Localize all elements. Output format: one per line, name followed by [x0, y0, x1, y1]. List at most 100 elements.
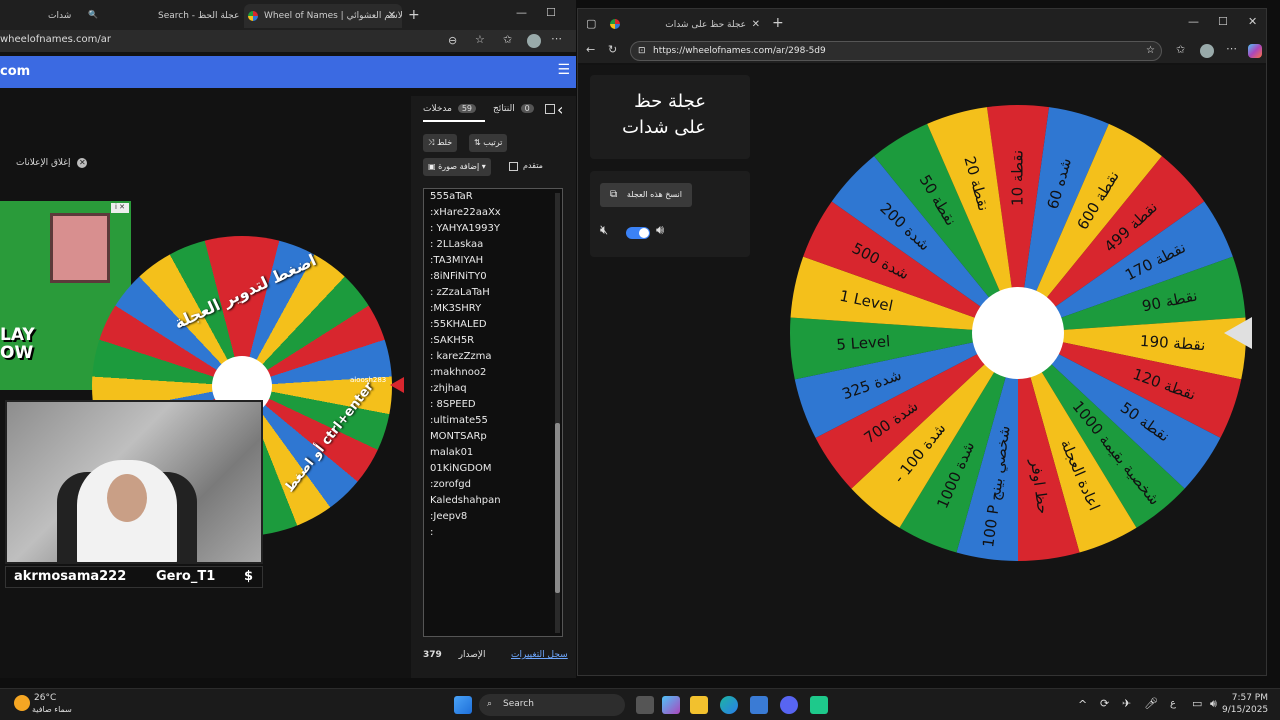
donor-name: akrmosama222	[14, 569, 127, 584]
display-icon[interactable]: ▭	[1192, 697, 1202, 710]
wheel-controls-card: ⧉ انسخ هذه العجلة 🔇︎ 🔊︎	[590, 171, 750, 257]
search-icon: ⌕	[487, 699, 493, 709]
left-tab-bar: شدات 🔍 Search - عجلة الحظ Wheel of Names…	[0, 0, 576, 30]
taskbar: 26°C سماء صافية ⌕ Search ^ ⟳ ✈ 🎤︎ ع ▭ 🔊︎…	[0, 688, 1280, 720]
shuffle-label: خلط	[436, 138, 453, 147]
tab-actions-icon[interactable]: ▢	[586, 17, 596, 30]
reader-icon[interactable]: ⊖	[448, 34, 457, 47]
list-item: : YAHYA1993Y	[430, 223, 500, 234]
weather-icon[interactable]	[14, 695, 30, 711]
entries-count-badge: 59	[457, 104, 477, 113]
copilot-icon[interactable]	[1248, 44, 1262, 58]
new-tab-icon[interactable]: +	[408, 7, 420, 23]
changelog-link[interactable]: سجل التغييرات	[511, 650, 568, 660]
avatar[interactable]	[1200, 44, 1214, 58]
wheel-favicon-icon	[248, 11, 258, 21]
edge-icon[interactable]	[720, 696, 738, 714]
wheel-title: عجلة حظ على شدات	[622, 91, 706, 138]
file-explorer-icon[interactable]	[690, 696, 708, 714]
sync-icon[interactable]: ⟳	[1100, 697, 1109, 710]
entries-textarea[interactable]: 555aTaR:xHare22aaXx: YAHYA1993Y: 2LLaska…	[423, 188, 563, 637]
active-tab-indicator	[423, 120, 485, 122]
more-icon[interactable]: ⋯	[1226, 42, 1237, 55]
avatar[interactable]	[527, 34, 541, 48]
language-indicator[interactable]: ع	[1170, 698, 1176, 709]
shuffle-button[interactable]: ⤨ خلط	[423, 134, 458, 152]
hamburger-menu-icon[interactable]: ☰	[557, 62, 570, 78]
tab-entries[interactable]: مدخلات 59	[423, 104, 477, 114]
webcam-overlay	[5, 400, 263, 564]
close-icon[interactable]: ✕	[752, 13, 760, 37]
url-text: https://wheelofnames.com/ar/298-5d9	[653, 46, 826, 56]
sound-toggle[interactable]	[626, 227, 650, 239]
search-icon: 🔍	[88, 10, 98, 19]
wheel-hub[interactable]	[972, 287, 1064, 379]
maximize-icon[interactable]: ☐	[546, 6, 556, 19]
list-item: :	[430, 527, 434, 538]
tab-label: شدات	[48, 11, 72, 21]
ad-info-icon[interactable]: i ✕	[111, 203, 129, 213]
chevron-left-icon[interactable]: ‹	[557, 100, 563, 119]
tab-wheel[interactable]: عجلة حظ على شدات ✕	[604, 13, 766, 37]
star-icon[interactable]: ☆	[475, 33, 485, 46]
chevron-up-icon[interactable]: ^	[1078, 698, 1087, 711]
store-icon[interactable]	[750, 696, 768, 714]
start-icon[interactable]	[454, 696, 472, 714]
task-view-icon[interactable]	[636, 696, 654, 714]
close-window-icon[interactable]: ✕	[1248, 15, 1257, 28]
new-tab-icon[interactable]: +	[772, 15, 784, 31]
clock-date[interactable]: 9/15/2025	[1222, 705, 1268, 715]
search-label: Search	[503, 699, 534, 709]
star-icon[interactable]: ☆	[1146, 42, 1155, 60]
favorites-icon[interactable]: ✩	[1176, 43, 1185, 56]
close-ads-link[interactable]: إغلاق الإعلانات ✕	[16, 158, 88, 168]
list-item: :TA3MIYAH	[430, 255, 484, 266]
address-field[interactable]: wheelofnames.com/ar	[0, 34, 111, 45]
tab-label: Wheel of Names | الاسم العشوائي	[264, 11, 402, 21]
advanced-checkbox[interactable]	[509, 162, 518, 171]
tab-wheel-of-names[interactable]: Wheel of Names | الاسم العشوائي ✕	[244, 4, 402, 28]
tab-entries-label: مدخلات	[423, 104, 452, 114]
network-off-icon[interactable]: ✈	[1122, 697, 1131, 710]
close-icon[interactable]: ✕	[388, 4, 396, 28]
list-item: :ultimate55	[430, 415, 488, 426]
tab-results[interactable]: النتائج 0	[493, 104, 534, 114]
back-icon[interactable]: ←	[586, 43, 595, 56]
scrollbar-thumb[interactable]	[555, 423, 560, 593]
copilot-icon[interactable]	[662, 696, 680, 714]
more-icon[interactable]: ⋯	[551, 32, 562, 45]
list-item: :zorofgd	[430, 479, 471, 490]
add-image-button[interactable]: ▣ إضافة صورة ▾	[423, 158, 491, 176]
taskbar-search[interactable]: ⌕ Search	[479, 694, 625, 716]
list-item: :makhnoo2	[430, 367, 487, 378]
mute-icon[interactable]: 🔇︎	[600, 223, 608, 238]
navigation-bar: ← ↻ ⊡ https://wheelofnames.com/ar/298-5d…	[578, 39, 1266, 63]
app-icon[interactable]	[810, 696, 828, 714]
url-field[interactable]: ⊡ https://wheelofnames.com/ar/298-5d9 ☆	[630, 41, 1162, 61]
volume-icon[interactable]: 🔊︎	[1210, 697, 1217, 711]
copy-wheel-label: انسخ هذه العجلة	[626, 190, 682, 199]
streamer-face	[107, 474, 147, 522]
wheel[interactable]: نقطة 10شده 60نقطة 600نقطة 499نقطة 170نقط…	[780, 95, 1256, 571]
favorites-icon[interactable]: ✩	[503, 33, 512, 46]
tab-search[interactable]: Search - عجلة الحظ	[150, 4, 242, 28]
sort-button[interactable]: ⇅ ترتيب	[469, 134, 508, 152]
refresh-icon[interactable]: ↻	[608, 43, 617, 56]
clock-time[interactable]: 7:57 PM	[1230, 693, 1268, 703]
tab-shadat[interactable]: شدات	[40, 4, 84, 28]
maximize-icon[interactable]: ☐	[1218, 15, 1228, 28]
dollar-icon: $	[244, 569, 254, 584]
hide-panel-icon[interactable]	[545, 104, 555, 114]
list-item: :MK3SHRY	[430, 303, 482, 314]
list-item: 555aTaR	[430, 191, 473, 202]
discord-icon[interactable]	[780, 696, 798, 714]
version-number: 379	[423, 650, 442, 660]
entries-scrollbar[interactable]	[555, 193, 560, 633]
minimize-icon[interactable]: —	[516, 6, 527, 19]
copy-wheel-button[interactable]: ⧉ انسخ هذه العجلة	[600, 183, 692, 207]
streamer-name: Gero_T1	[156, 569, 216, 584]
site-info-icon[interactable]: ⊡	[638, 42, 646, 60]
volume-icon[interactable]: 🔊︎	[656, 223, 664, 238]
microphone-icon[interactable]: 🎤︎	[1144, 697, 1158, 710]
minimize-icon[interactable]: —	[1188, 15, 1199, 28]
